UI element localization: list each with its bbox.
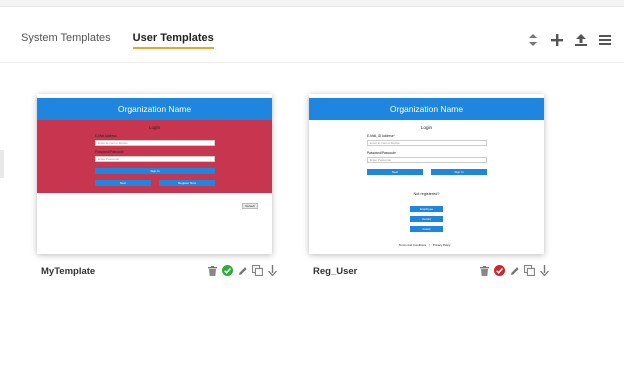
preview-guest-button: Guest — [410, 226, 443, 232]
template-tabs: System Templates User Templates — [21, 32, 214, 49]
inactive-status-icon[interactable] — [494, 265, 505, 276]
preview-email-input: Enter E-mail or Mobile — [367, 140, 487, 146]
template-actions — [207, 265, 278, 276]
preview-email-input: Enter E-mail or Mobile — [95, 140, 215, 146]
preview-login-title: Login — [148, 125, 160, 130]
preview-next-button: Next — [367, 169, 423, 175]
preview-next-button: Next — [95, 180, 151, 186]
template-card-reg-user[interactable]: Organization Name Login E-Mail, ID Addre… — [309, 94, 544, 254]
preview-login-title: Login — [420, 125, 432, 130]
delete-icon[interactable] — [207, 265, 218, 276]
copy-icon[interactable] — [252, 265, 263, 276]
active-status-icon[interactable] — [222, 265, 233, 276]
download-icon[interactable] — [539, 265, 550, 276]
preview-password-input: Enter Passcode — [95, 156, 215, 162]
preview-footer-separator: | — [429, 243, 430, 247]
delete-icon[interactable] — [479, 265, 490, 276]
preview-password-label: Password/Passcode — [367, 151, 396, 155]
window-top-strip — [0, 0, 624, 7]
template-card-mytemplate[interactable]: Organization Name Login E-Mail Address E… — [37, 94, 272, 254]
sort-icon[interactable] — [526, 33, 540, 47]
template-actions — [479, 265, 550, 276]
template-name[interactable]: MyTemplate — [41, 266, 95, 277]
template-name[interactable]: Reg_User — [313, 266, 357, 277]
left-edge-marker — [0, 150, 4, 178]
menu-icon[interactable] — [598, 33, 612, 47]
upload-icon[interactable] — [574, 33, 588, 47]
toolbar — [526, 33, 612, 47]
preview-signin-button: Sign In — [95, 168, 215, 174]
preview-signin-button: Sign In — [431, 169, 487, 175]
preview-vendor-button: Vendor — [410, 216, 443, 222]
preview-footer-terms: Terms And Conditions — [399, 243, 427, 247]
copy-icon[interactable] — [524, 265, 535, 276]
preview-default-button: Default — [242, 203, 258, 209]
preview-not-registered: Not registered? — [413, 192, 440, 196]
edit-icon[interactable] — [237, 265, 248, 276]
preview-org-header: Organization Name — [309, 98, 544, 120]
tab-system-templates[interactable]: System Templates — [21, 32, 111, 49]
add-icon[interactable] — [550, 33, 564, 47]
tab-user-templates[interactable]: User Templates — [132, 32, 214, 49]
edit-icon[interactable] — [509, 265, 520, 276]
preview-employee-button: Employee — [410, 206, 443, 212]
preview-email-label: E-Mail, ID Address* — [367, 134, 395, 138]
preview-footer-privacy: Privacy Policy — [433, 243, 451, 247]
preview-password-input: Enter Passcode — [367, 157, 487, 163]
download-icon[interactable] — [267, 265, 278, 276]
header-divider — [0, 62, 624, 63]
preview-email-label: E-Mail Address — [95, 134, 117, 138]
preview-org-header: Organization Name — [37, 98, 272, 120]
preview-register-button: Register Now — [159, 180, 215, 186]
preview-password-label: Password/Passcode — [95, 150, 124, 154]
